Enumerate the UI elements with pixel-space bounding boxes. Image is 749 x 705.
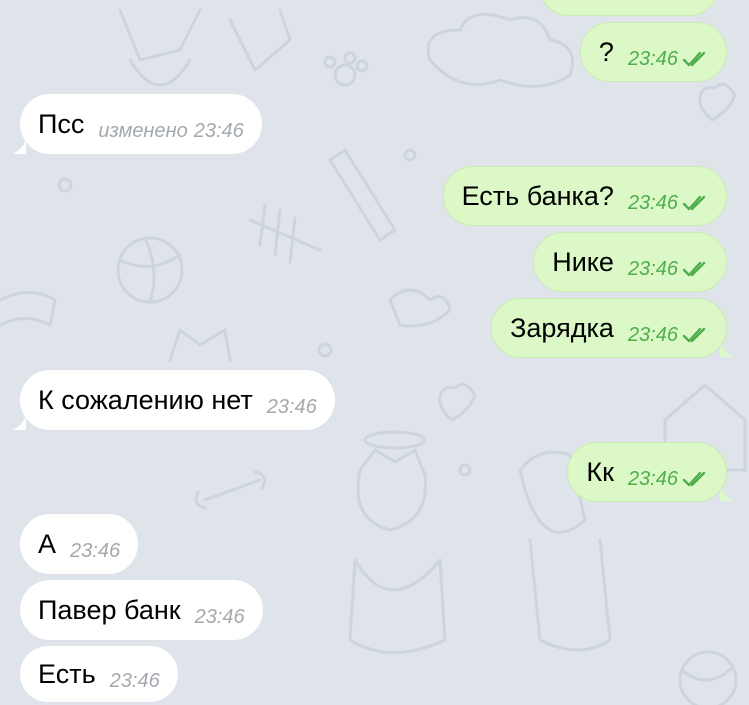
message-text: Нике bbox=[552, 246, 614, 277]
message-outgoing[interactable]: Есть банка? 23:46 bbox=[442, 166, 727, 226]
message-text: Зарядка bbox=[510, 312, 614, 343]
bubble-tail bbox=[12, 140, 26, 154]
message-text: Кк bbox=[586, 456, 614, 487]
message-meta: 23:46 bbox=[267, 396, 317, 419]
message-time: 23:46 bbox=[627, 191, 678, 214]
message-incoming[interactable]: К сожалению нет 23:46 bbox=[12, 370, 335, 430]
message-incoming[interactable]: Есть 23:46 bbox=[20, 646, 178, 702]
message-meta: 23:46 bbox=[70, 540, 120, 563]
message-meta: 23:46 bbox=[628, 48, 708, 71]
message-incoming[interactable]: А 23:46 bbox=[20, 514, 139, 574]
message-time: 23:46 bbox=[193, 119, 244, 142]
bubble-tail bbox=[720, 343, 734, 357]
double-check-icon bbox=[682, 51, 706, 67]
message-outgoing[interactable]: Зарядка 23:46 bbox=[491, 298, 734, 358]
bubble-tail bbox=[12, 416, 26, 430]
message-text: Псс bbox=[38, 108, 85, 139]
message-incoming[interactable]: Павер банк 23:46 bbox=[20, 580, 263, 640]
message-time: 23:46 bbox=[627, 323, 678, 346]
message-text: Есть банка? bbox=[461, 180, 614, 211]
message-time: 23:46 bbox=[109, 669, 160, 692]
message-time: 23:46 bbox=[627, 467, 678, 490]
message-time: 23:46 bbox=[627, 257, 678, 280]
double-check-icon bbox=[682, 195, 706, 211]
bubble-tail bbox=[720, 487, 734, 501]
message-time: 23:46 bbox=[70, 539, 121, 562]
double-check-icon bbox=[682, 327, 706, 343]
message-meta: изменено 23:46 bbox=[98, 120, 243, 143]
message-meta: 23:46 bbox=[628, 324, 708, 347]
message-text: К сожалению нет bbox=[38, 384, 253, 415]
edited-label: изменено bbox=[98, 119, 188, 142]
message-meta: 23:46 bbox=[110, 670, 160, 693]
message-time: 23:46 bbox=[266, 395, 317, 418]
message-incoming[interactable]: Псс изменено 23:46 bbox=[12, 94, 262, 154]
message-outgoing[interactable]: Нике 23:46 bbox=[533, 232, 727, 292]
message-text: Есть bbox=[38, 658, 96, 689]
message-outgoing-partial[interactable] bbox=[539, 0, 719, 16]
double-check-icon bbox=[682, 261, 706, 277]
message-text: А bbox=[38, 528, 57, 559]
message-outgoing[interactable]: ? 23:46 bbox=[579, 22, 727, 82]
message-text: ? bbox=[598, 36, 614, 67]
message-meta: 23:46 bbox=[628, 258, 708, 281]
double-check-icon bbox=[682, 471, 706, 487]
message-meta: 23:46 bbox=[195, 606, 245, 629]
message-time: 23:46 bbox=[194, 605, 245, 628]
message-text: Павер банк bbox=[38, 594, 181, 625]
message-time: 23:46 bbox=[627, 47, 678, 70]
message-outgoing[interactable]: Кк 23:46 bbox=[567, 442, 734, 502]
message-meta: 23:46 bbox=[628, 468, 708, 491]
message-meta: 23:46 bbox=[628, 192, 708, 215]
